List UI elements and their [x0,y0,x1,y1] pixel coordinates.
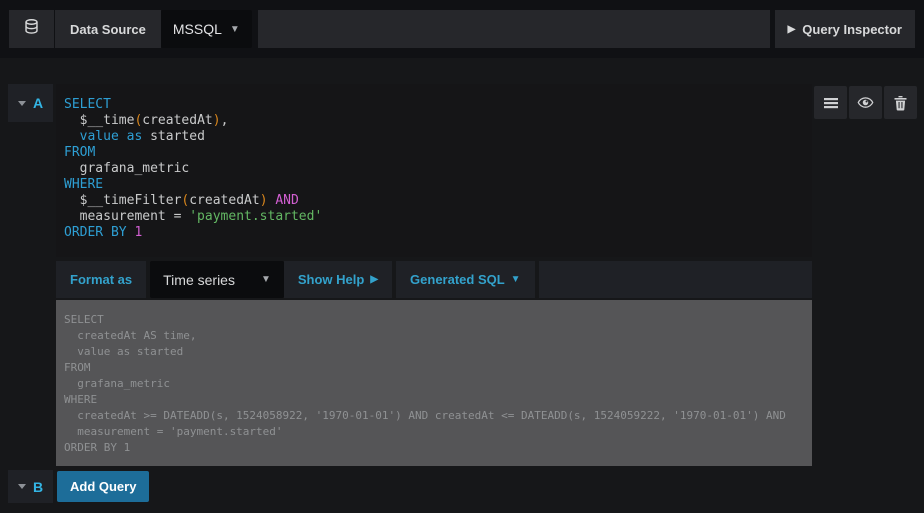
code-line: $__time(createdAt), [64,113,804,129]
datasource-icon-button[interactable] [9,10,54,48]
query-editor-page: Data Source MSSQL ▼ ▶ Query Inspector A … [0,0,924,513]
code-token: SELECT [64,97,111,112]
caret-down-icon [18,101,26,106]
datasource-toolbar: Data Source MSSQL ▼ ▶ Query Inspector [9,10,915,48]
code-token: ) [260,193,268,208]
caret-right-icon: ▶ [788,24,796,35]
generated-sql-button[interactable]: Generated SQL ▼ [396,261,535,298]
query-a-actions [814,86,917,119]
code-token: ) [213,113,221,128]
caret-down-icon [18,484,26,489]
add-query-button[interactable]: Add Query [57,471,149,502]
toggle-query-visibility-button[interactable] [849,86,882,119]
database-icon [22,17,41,41]
datasource-select[interactable]: MSSQL ▼ [161,10,252,48]
code-token: , [221,113,229,128]
menu-icon [823,95,839,111]
code-token: as [127,129,143,144]
query-b-collapse-toggle[interactable]: B [8,470,53,503]
code-line: SELECT [64,97,804,113]
toolbar-spacer [258,10,770,48]
chevron-down-icon: ▼ [261,274,271,285]
query-inspector-button[interactable]: ▶ Query Inspector [775,10,915,48]
code-token: FROM [64,145,95,160]
delete-query-button[interactable] [884,86,917,119]
code-token: $__time [64,113,134,128]
code-token: AND [275,193,298,208]
show-help-button[interactable]: Show Help ▶ [284,261,392,298]
generated-sql-panel: SELECT createdAt AS time, value as start… [56,300,812,466]
code-token: started [142,129,205,144]
query-b-letter: B [33,479,43,495]
generated-sql-label: Generated SQL [410,272,505,287]
query-inspector-label: Query Inspector [802,22,902,37]
code-token: measurement = [64,209,189,224]
top-header: Data Source MSSQL ▼ ▶ Query Inspector [0,0,924,58]
code-token: createdAt [189,193,259,208]
code-token: WHERE [64,177,103,192]
code-line: measurement = 'payment.started' [64,209,804,225]
code-line: value as started [64,129,804,145]
generated-sql-text: SELECT createdAt AS time, value as start… [64,312,804,456]
format-as-label: Format as [56,261,146,298]
query-a-collapse-toggle[interactable]: A [8,84,53,122]
caret-down-icon: ▼ [511,274,521,285]
trash-icon [893,95,908,111]
query-a-letter: A [33,95,43,111]
code-token: 'payment.started' [189,209,322,224]
eye-icon [857,94,874,111]
datasource-value: MSSQL [173,21,222,37]
caret-right-icon: ▶ [370,274,378,285]
code-token: 1 [134,225,142,240]
code-token [119,129,127,144]
code-token: $__timeFilter [64,193,181,208]
code-token: createdAt [142,113,212,128]
code-line: ORDER BY 1 [64,225,804,241]
format-as-value: Time series [163,272,235,288]
code-line: $__timeFilter(createdAt) AND [64,193,804,209]
chevron-down-icon: ▼ [230,24,240,35]
datasource-label: Data Source [55,10,161,48]
code-token: ORDER BY [64,225,127,240]
code-token: grafana_metric [64,161,189,176]
toolbar-spacer [539,261,812,298]
code-token [64,129,80,144]
sql-code-editor[interactable]: SELECT $__time(createdAt), value as star… [56,84,812,257]
query-options-toolbar: Format as Time series ▼ Show Help ▶ Gene… [56,261,812,298]
query-menu-button[interactable] [814,86,847,119]
code-line: FROM [64,145,804,161]
code-line: grafana_metric [64,161,804,177]
show-help-label: Show Help [298,272,364,287]
format-as-select[interactable]: Time series ▼ [150,261,284,298]
code-token: value [80,129,119,144]
code-line: WHERE [64,177,804,193]
